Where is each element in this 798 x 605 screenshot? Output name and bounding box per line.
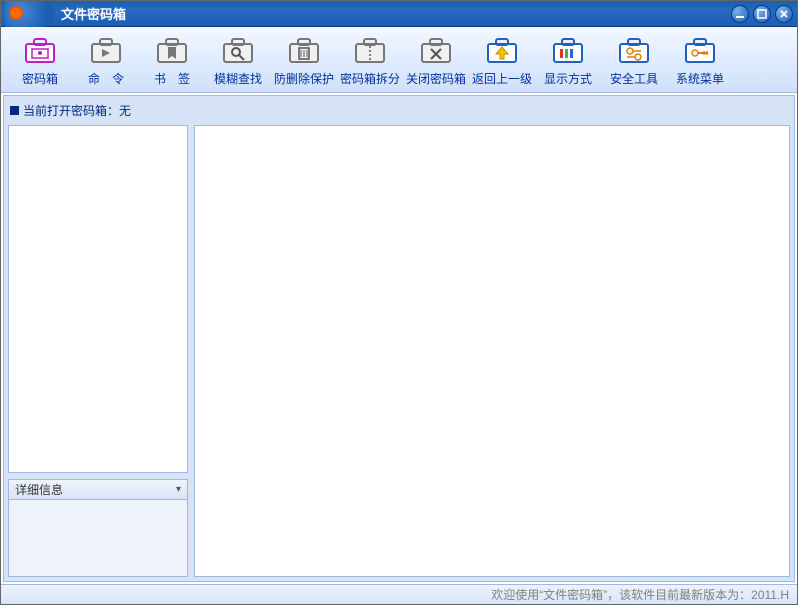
toolbar-label: 模糊查找 bbox=[214, 70, 262, 87]
toolbar-label: 书 签 bbox=[154, 70, 190, 87]
titlebar: 文件密码箱 bbox=[1, 1, 797, 27]
delete-protect-button[interactable]: 防删除保护 bbox=[271, 31, 337, 90]
window-title: 文件密码箱 bbox=[61, 4, 126, 23]
toolbar-label: 防删除保护 bbox=[274, 70, 334, 87]
status-text: 欢迎使用“文件密码箱”，该软件目前最新版本为：2011.H bbox=[491, 586, 789, 603]
current-open-label: 当前打开密码箱： 无 bbox=[8, 100, 790, 125]
maximize-button[interactable] bbox=[753, 5, 771, 23]
security-tools-icon bbox=[614, 34, 654, 68]
current-open-text: 当前打开密码箱： bbox=[23, 102, 119, 119]
main-pane[interactable] bbox=[194, 125, 790, 577]
toolbar-label: 返回上一级 bbox=[472, 70, 532, 87]
close-icon bbox=[779, 9, 789, 19]
toolbar-label: 密码箱拆分 bbox=[340, 70, 400, 87]
maximize-icon bbox=[757, 9, 767, 19]
go-up-button[interactable]: 返回上一级 bbox=[469, 31, 535, 90]
view-mode-button[interactable]: 显示方式 bbox=[535, 31, 601, 90]
split-safebox-button[interactable]: 密码箱拆分 bbox=[337, 31, 403, 90]
protect-icon bbox=[284, 34, 324, 68]
minimize-icon bbox=[735, 9, 745, 19]
detail-header-label: 详细信息 bbox=[15, 481, 63, 498]
bookmark-button[interactable]: 书 签 bbox=[139, 31, 205, 90]
toolbar-label: 关闭密码箱 bbox=[406, 70, 466, 87]
command-icon bbox=[86, 34, 126, 68]
left-column: 详细信息 ▾ bbox=[8, 125, 188, 577]
toolbar-label: 密码箱 bbox=[22, 70, 58, 87]
toolbar-label: 显示方式 bbox=[544, 70, 592, 87]
tree-pane[interactable] bbox=[8, 125, 188, 473]
bookmark-icon bbox=[152, 34, 192, 68]
fuzzy-search-button[interactable]: 模糊查找 bbox=[205, 31, 271, 90]
safebox-button[interactable]: 密码箱 bbox=[7, 31, 73, 90]
chevron-down-icon: ▾ bbox=[176, 484, 181, 495]
safebox-icon bbox=[20, 34, 60, 68]
view-mode-icon bbox=[548, 34, 588, 68]
bullet-icon bbox=[10, 106, 19, 115]
close-button[interactable] bbox=[775, 5, 793, 23]
toolbar-label: 系统菜单 bbox=[676, 70, 724, 87]
detail-header[interactable]: 详细信息 ▾ bbox=[8, 479, 188, 499]
statusbar: 欢迎使用“文件密码箱”，该软件目前最新版本为：2011.H bbox=[1, 584, 797, 604]
up-arrow-icon bbox=[482, 34, 522, 68]
toolbar-label: 安全工具 bbox=[610, 70, 658, 87]
minimize-button[interactable] bbox=[731, 5, 749, 23]
app-icon bbox=[5, 1, 55, 27]
system-menu-icon bbox=[680, 34, 720, 68]
search-icon bbox=[218, 34, 258, 68]
close-safebox-icon bbox=[416, 34, 456, 68]
current-open-value: 无 bbox=[119, 102, 131, 119]
panes: 详细信息 ▾ bbox=[8, 125, 790, 577]
content-area: 当前打开密码箱： 无 详细信息 ▾ bbox=[3, 95, 795, 582]
toolbar: 密码箱 命 令 书 签 模糊查找 防删除保护 bbox=[1, 27, 797, 93]
security-tools-button[interactable]: 安全工具 bbox=[601, 31, 667, 90]
app-window: 文件密码箱 密码箱 命 令 书 签 bbox=[0, 0, 798, 605]
toolbar-label: 命 令 bbox=[88, 70, 124, 87]
detail-body bbox=[8, 499, 188, 577]
system-menu-button[interactable]: 系统菜单 bbox=[667, 31, 733, 90]
close-safebox-button[interactable]: 关闭密码箱 bbox=[403, 31, 469, 90]
split-icon bbox=[350, 34, 390, 68]
command-button[interactable]: 命 令 bbox=[73, 31, 139, 90]
